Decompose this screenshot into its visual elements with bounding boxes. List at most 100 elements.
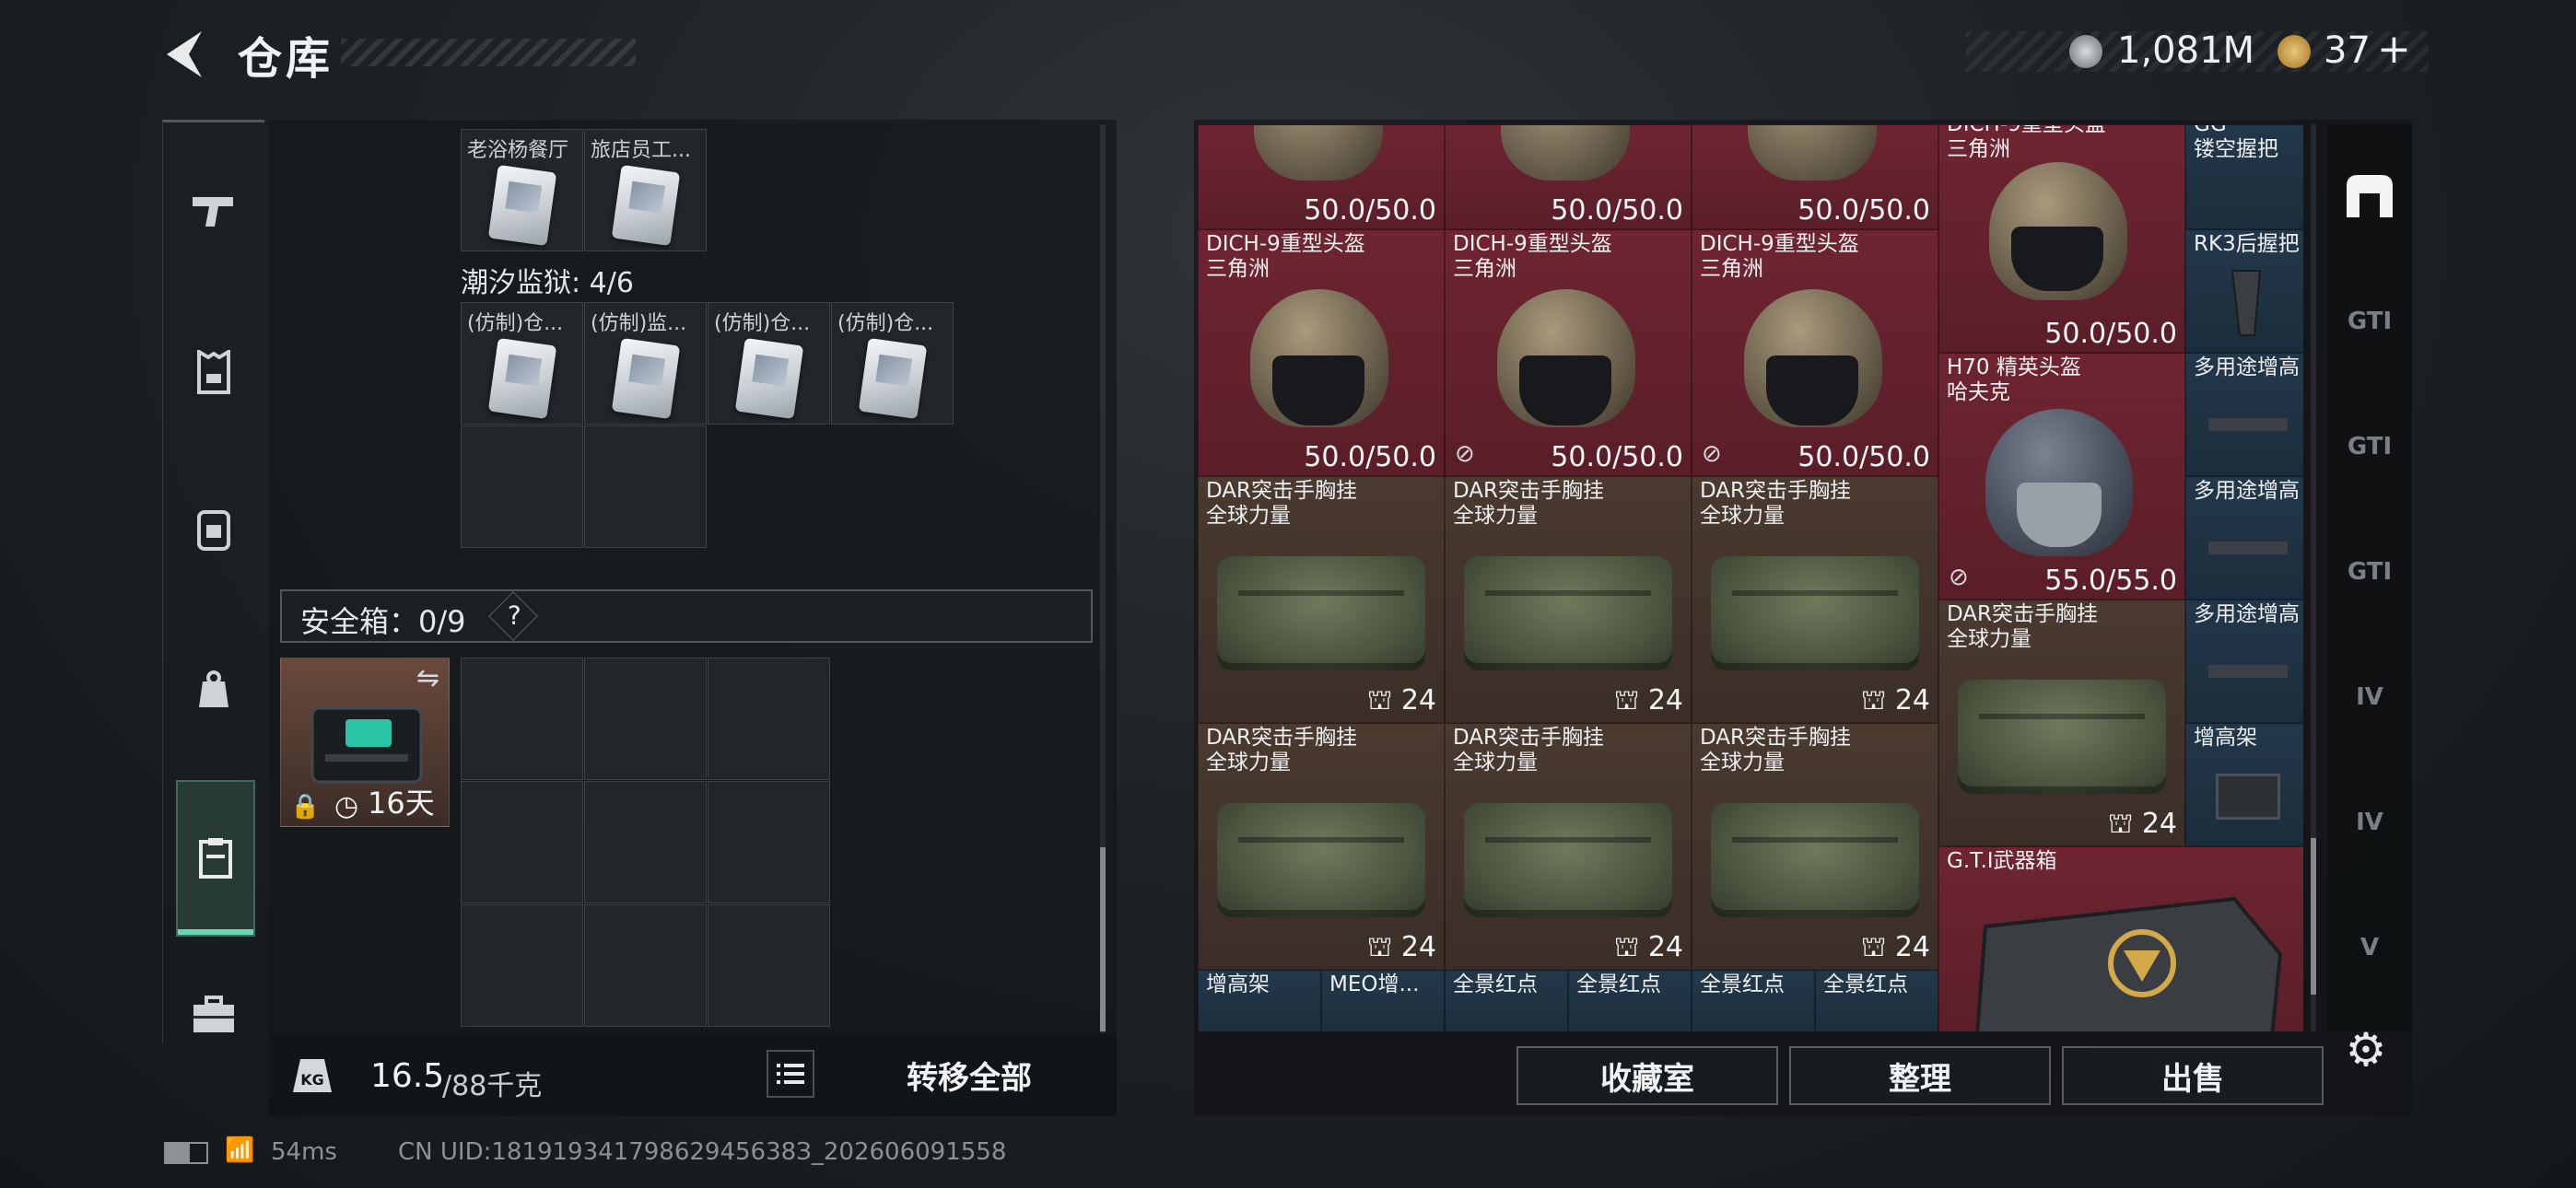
inventory-item[interactable]: (仿制)仓... bbox=[708, 302, 830, 425]
inventory-item[interactable]: (仿制)监... bbox=[584, 302, 707, 425]
riser-image bbox=[2208, 418, 2288, 431]
item-name: G.T.I武器箱 bbox=[1947, 849, 2057, 873]
sell-button[interactable]: 出售 bbox=[2062, 1046, 2324, 1105]
keycard-icon bbox=[734, 337, 804, 420]
stash-item-weapon-box[interactable]: G.T.I武器箱 bbox=[1938, 846, 2303, 1031]
stash-item-riser[interactable]: 多用途增高 bbox=[2185, 353, 2303, 476]
capacity-number: 24 bbox=[1647, 684, 1683, 716]
nav-safebox[interactable] bbox=[176, 780, 255, 937]
nav-backpack[interactable] bbox=[176, 487, 252, 570]
helmet-visor bbox=[1519, 355, 1611, 425]
keycard-icon bbox=[487, 164, 557, 247]
item-name: DICH-9重型头盔 三角洲 bbox=[1453, 232, 1612, 281]
nav-toolbox[interactable] bbox=[176, 973, 252, 1056]
item-name: DICH-9重型头盔 三角洲 bbox=[1947, 124, 2106, 161]
list-view-button[interactable] bbox=[767, 1050, 814, 1098]
stash-item-helmet[interactable]: DICH-9重型头盔 三角洲 ⊘ 50.0/50.0 bbox=[1692, 229, 1938, 476]
safebox-slot[interactable] bbox=[708, 658, 830, 780]
inventory-item[interactable]: 旅店员工... bbox=[584, 129, 707, 251]
weapon-box-image bbox=[1975, 896, 2283, 1031]
keycard-icon bbox=[487, 337, 557, 420]
stash-item[interactable]: 全景红点 bbox=[1815, 970, 1938, 1031]
capacity-value: ⛫ 24 bbox=[1861, 931, 1930, 967]
capacity-number: 24 bbox=[2141, 808, 2177, 840]
inventory-item[interactable]: (仿制)仓... bbox=[461, 302, 583, 425]
stash-item-riser[interactable]: 多用途增高 bbox=[2185, 600, 2303, 723]
stash-item-chest-rig[interactable]: DAR突击手胸挂 全球力量 ⛫ 24 bbox=[1198, 476, 1445, 723]
vest-icon: ⛫ bbox=[1613, 931, 1640, 963]
stash-item-riser[interactable]: 多用途增高 bbox=[2185, 476, 2303, 600]
stash-page-iv-1[interactable]: IV bbox=[2336, 664, 2403, 730]
safebox-slot[interactable] bbox=[461, 781, 583, 903]
stash-item-grip[interactable]: RK3后握把 bbox=[2185, 229, 2303, 353]
nav-armor[interactable] bbox=[176, 331, 252, 413]
capacity-value: ⛫ 24 bbox=[1367, 931, 1436, 967]
settings-gear-icon[interactable]: ⚙ bbox=[2340, 1023, 2392, 1077]
organize-button[interactable]: 整理 bbox=[1789, 1046, 2051, 1105]
stash-item[interactable]: 全景红点 bbox=[1445, 970, 1568, 1031]
stash-item-chest-rig[interactable]: DAR突击手胸挂 全球力量 ⛫ 24 bbox=[1445, 723, 1692, 970]
safebox-label: 安全箱：0/9 bbox=[300, 604, 466, 639]
item-name: 全景红点 bbox=[1823, 973, 1908, 996]
transfer-all-button[interactable]: 转移全部 bbox=[831, 1042, 1107, 1107]
chest-rig-image bbox=[1217, 556, 1425, 670]
inventory-item[interactable]: (仿制)仓... bbox=[831, 302, 954, 425]
stash-page-gti-2[interactable]: GTI bbox=[2336, 413, 2403, 480]
add-currency-button[interactable]: + bbox=[2377, 26, 2411, 73]
helmet-image bbox=[1501, 125, 1630, 181]
chest-rig-image bbox=[1711, 803, 1919, 917]
item-name: 全景红点 bbox=[1576, 973, 1661, 996]
nav-pouch[interactable] bbox=[176, 647, 252, 730]
safebox-slot[interactable] bbox=[461, 658, 583, 780]
safebox-item[interactable]: ⇋ 🔒 ◷ 16天 bbox=[280, 658, 450, 827]
safebox-slot[interactable] bbox=[584, 781, 707, 903]
stash-item[interactable]: 全景红点 bbox=[1692, 970, 1815, 1031]
stash-item-helmet[interactable]: DICH-9重型头盔 三角洲 50.0/50.0 bbox=[1198, 229, 1445, 476]
safebox-slot[interactable] bbox=[584, 904, 707, 1027]
collection-room-button[interactable]: 收藏室 bbox=[1516, 1046, 1778, 1105]
nav-weapons[interactable] bbox=[176, 169, 252, 251]
stash-item[interactable]: MEO增... bbox=[1321, 970, 1445, 1031]
stash-scrollbar-thumb[interactable] bbox=[2311, 838, 2316, 995]
stash-item-chest-rig[interactable]: DAR突击手胸挂 全球力量 ⛫ 24 bbox=[1445, 476, 1692, 723]
stash-item-chest-rig[interactable]: DAR突击手胸挂 全球力量 ⛫ 24 bbox=[1938, 600, 2185, 846]
capacity-value: ⛫ 24 bbox=[1614, 684, 1683, 720]
safebox-slot[interactable] bbox=[584, 658, 707, 780]
stash-page-all[interactable] bbox=[2336, 163, 2403, 229]
help-icon[interactable]: ? bbox=[488, 591, 538, 641]
safebox-slot[interactable] bbox=[708, 904, 830, 1027]
stash-page-v[interactable]: V bbox=[2336, 914, 2403, 981]
safebox-icon bbox=[199, 838, 232, 879]
stash-item-helmet[interactable]: 50.0/50.0 bbox=[1198, 124, 1445, 229]
stash-item-grip[interactable]: GG 镂空握把 bbox=[2185, 124, 2303, 229]
inventory-item[interactable]: 老浴杨餐厅 bbox=[461, 129, 583, 251]
stash-page-gti-1[interactable]: GTI bbox=[2336, 288, 2403, 355]
helmet-visor bbox=[1272, 355, 1364, 425]
safebox-slot[interactable] bbox=[708, 781, 830, 903]
stash-item[interactable]: 全景红点 bbox=[1568, 970, 1692, 1031]
stash-item-chest-rig[interactable]: DAR突击手胸挂 全球力量 ⛫ 24 bbox=[1198, 723, 1445, 970]
stash-item[interactable]: 增高架 bbox=[1198, 970, 1321, 1031]
stash-item-chest-rig[interactable]: DAR突击手胸挂 全球力量 ⛫ 24 bbox=[1692, 476, 1938, 723]
wifi-icon: 📶 bbox=[225, 1136, 255, 1164]
safebox-slot[interactable] bbox=[461, 904, 583, 1027]
stash-page-iv-2[interactable]: IV bbox=[2336, 789, 2403, 856]
safebox-header: 安全箱：0/9 ? bbox=[280, 589, 1093, 643]
helmet-visor bbox=[2011, 227, 2103, 291]
chest-rig-image bbox=[1464, 803, 1672, 917]
item-name: DAR突击手胸挂 全球力量 bbox=[1453, 479, 1605, 528]
stash-item-chest-rig[interactable]: DAR突击手胸挂 全球力量 ⛫ 24 bbox=[1692, 723, 1938, 970]
stash-item-helmet[interactable]: H70 精英头盔 哈夫克 ⊘ 55.0/55.0 bbox=[1938, 353, 2185, 600]
empty-slot[interactable] bbox=[584, 425, 707, 548]
back-arrow-icon bbox=[167, 31, 202, 77]
back-button[interactable] bbox=[161, 28, 207, 81]
stash-item-helmet[interactable]: DICH-9重型头盔 三角洲 ⊘ 50.0/50.0 bbox=[1445, 229, 1692, 476]
empty-slot[interactable] bbox=[461, 425, 583, 548]
swap-icon[interactable]: ⇋ bbox=[416, 662, 439, 694]
stash-item-helmet[interactable]: DICH-9重型头盔 三角洲 50.0/50.0 bbox=[1938, 124, 2185, 353]
stash-item-riser[interactable]: 增高架 bbox=[2185, 723, 2303, 846]
stash-item-helmet[interactable]: 50.0/50.0 bbox=[1445, 124, 1692, 229]
stash-page-gti-3[interactable]: GTI bbox=[2336, 539, 2403, 605]
stash-item-helmet[interactable]: 50.0/50.0 bbox=[1692, 124, 1938, 229]
left-scrollbar-thumb[interactable] bbox=[1100, 847, 1106, 1031]
